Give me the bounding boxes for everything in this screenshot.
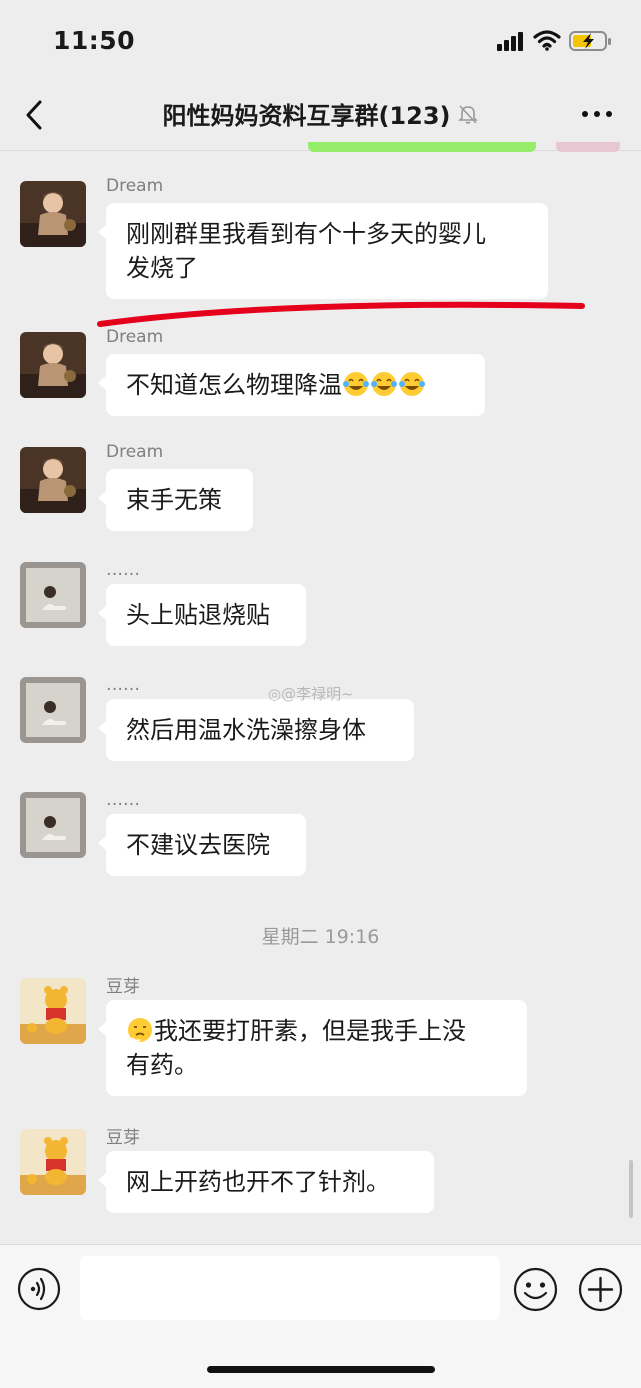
message-text-line: 发烧了 — [126, 254, 198, 282]
weibo-icon: ◎ — [268, 685, 282, 703]
chat-title: 阳性妈妈资料互享群(123) — [162, 102, 451, 130]
red-underline-annotation — [97, 301, 585, 327]
plus-icon[interactable] — [578, 1267, 623, 1312]
message-text: 头上贴退烧贴 — [126, 601, 270, 629]
chat-header: 阳性妈妈资料互享群(123) — [0, 80, 641, 151]
watermark-text: @李禄明~ — [281, 685, 354, 703]
time-separator: 星期二 19:16 — [261, 926, 380, 948]
bell-off-icon — [457, 104, 478, 124]
sender-name: Dream — [106, 442, 164, 462]
sender-name: 豆芽 — [106, 1128, 140, 1148]
message-bubble[interactable]: 然后用温水洗澡擦身体 — [98, 699, 414, 761]
wifi-icon — [533, 30, 561, 51]
status-bar: 11:50 — [0, 0, 641, 80]
message-input[interactable] — [80, 1256, 500, 1320]
winnie-the-pooh-avatar-image — [20, 978, 86, 1044]
input-bar — [0, 1244, 641, 1388]
message-text-line: 我还要打肝素，但是我手上没 — [154, 1017, 466, 1045]
child-photo-avatar-image — [20, 792, 86, 858]
battery-charging-icon — [569, 31, 611, 51]
sender-name: Dream — [106, 327, 164, 347]
baby-photo-avatar-image — [20, 447, 86, 513]
message-text: 网上开药也开不了针剂。 — [126, 1168, 390, 1196]
message-text: 然后用温水洗澡擦身体 — [126, 716, 366, 744]
avatar-dream[interactable] — [20, 447, 86, 513]
laugh-cry-emoji-icon — [371, 372, 397, 396]
message-text: 不建议去医院 — [126, 831, 270, 859]
message-bubble[interactable]: 头上贴退烧贴 — [98, 584, 306, 646]
cellular-signal-icon — [497, 32, 523, 51]
avatar-dots[interactable] — [20, 792, 86, 858]
message-bubble[interactable]: 束手无策 — [98, 469, 253, 531]
more-icon[interactable] — [580, 108, 614, 120]
avatar-dream[interactable] — [20, 181, 86, 247]
sender-name: …… — [106, 790, 140, 810]
sender-name: …… — [106, 675, 140, 695]
sender-name: Dream — [106, 176, 164, 196]
previous-self-bubble-edge — [308, 142, 536, 152]
baby-photo-avatar-image — [20, 181, 86, 247]
message-text: 束手无策 — [126, 486, 222, 514]
voice-icon[interactable] — [17, 1267, 61, 1311]
message-text-line: 有药。 — [126, 1051, 198, 1079]
home-indicator[interactable] — [207, 1366, 435, 1373]
scrollbar[interactable] — [629, 1160, 633, 1218]
message-text: 不知道怎么物理降温 — [126, 371, 342, 399]
status-time: 11:50 — [53, 26, 136, 55]
message-bubble[interactable]: 不建议去医院 — [98, 814, 306, 876]
chat-title-container: 阳性妈妈资料互享群(123) — [0, 96, 641, 131]
sender-name: 豆芽 — [106, 977, 140, 997]
child-photo-avatar-image — [20, 562, 86, 628]
message-text-line: 刚刚群里我看到有个十多天的婴儿 — [126, 220, 486, 248]
previous-avatar-edge — [556, 142, 620, 152]
weibo-watermark: ◎@李禄明~ — [268, 683, 354, 704]
baby-photo-avatar-image — [20, 332, 86, 398]
avatar-dots[interactable] — [20, 562, 86, 628]
child-photo-avatar-image — [20, 677, 86, 743]
message-bubble[interactable]: 刚刚群里我看到有个十多天的婴儿 发烧了 — [98, 203, 548, 299]
avatar-dots[interactable] — [20, 677, 86, 743]
avatar-douya[interactable] — [20, 978, 86, 1044]
avatar-dream[interactable] — [20, 332, 86, 398]
laugh-cry-emoji-icon — [399, 372, 425, 396]
winnie-the-pooh-avatar-image — [20, 1129, 86, 1195]
message-bubble[interactable]: 网上开药也开不了针剂。 — [98, 1151, 434, 1213]
message-bubble[interactable]: 不知道怎么物理降温 — [98, 354, 485, 416]
emoji-icon[interactable] — [513, 1267, 558, 1312]
avatar-douya[interactable] — [20, 1129, 86, 1195]
message-bubble[interactable]: 我还要打肝素，但是我手上没 有药。 — [98, 1000, 527, 1096]
sender-name: …… — [106, 560, 140, 580]
sweat-smile-emoji-icon — [128, 1018, 152, 1042]
laugh-cry-emoji-icon — [343, 372, 369, 396]
